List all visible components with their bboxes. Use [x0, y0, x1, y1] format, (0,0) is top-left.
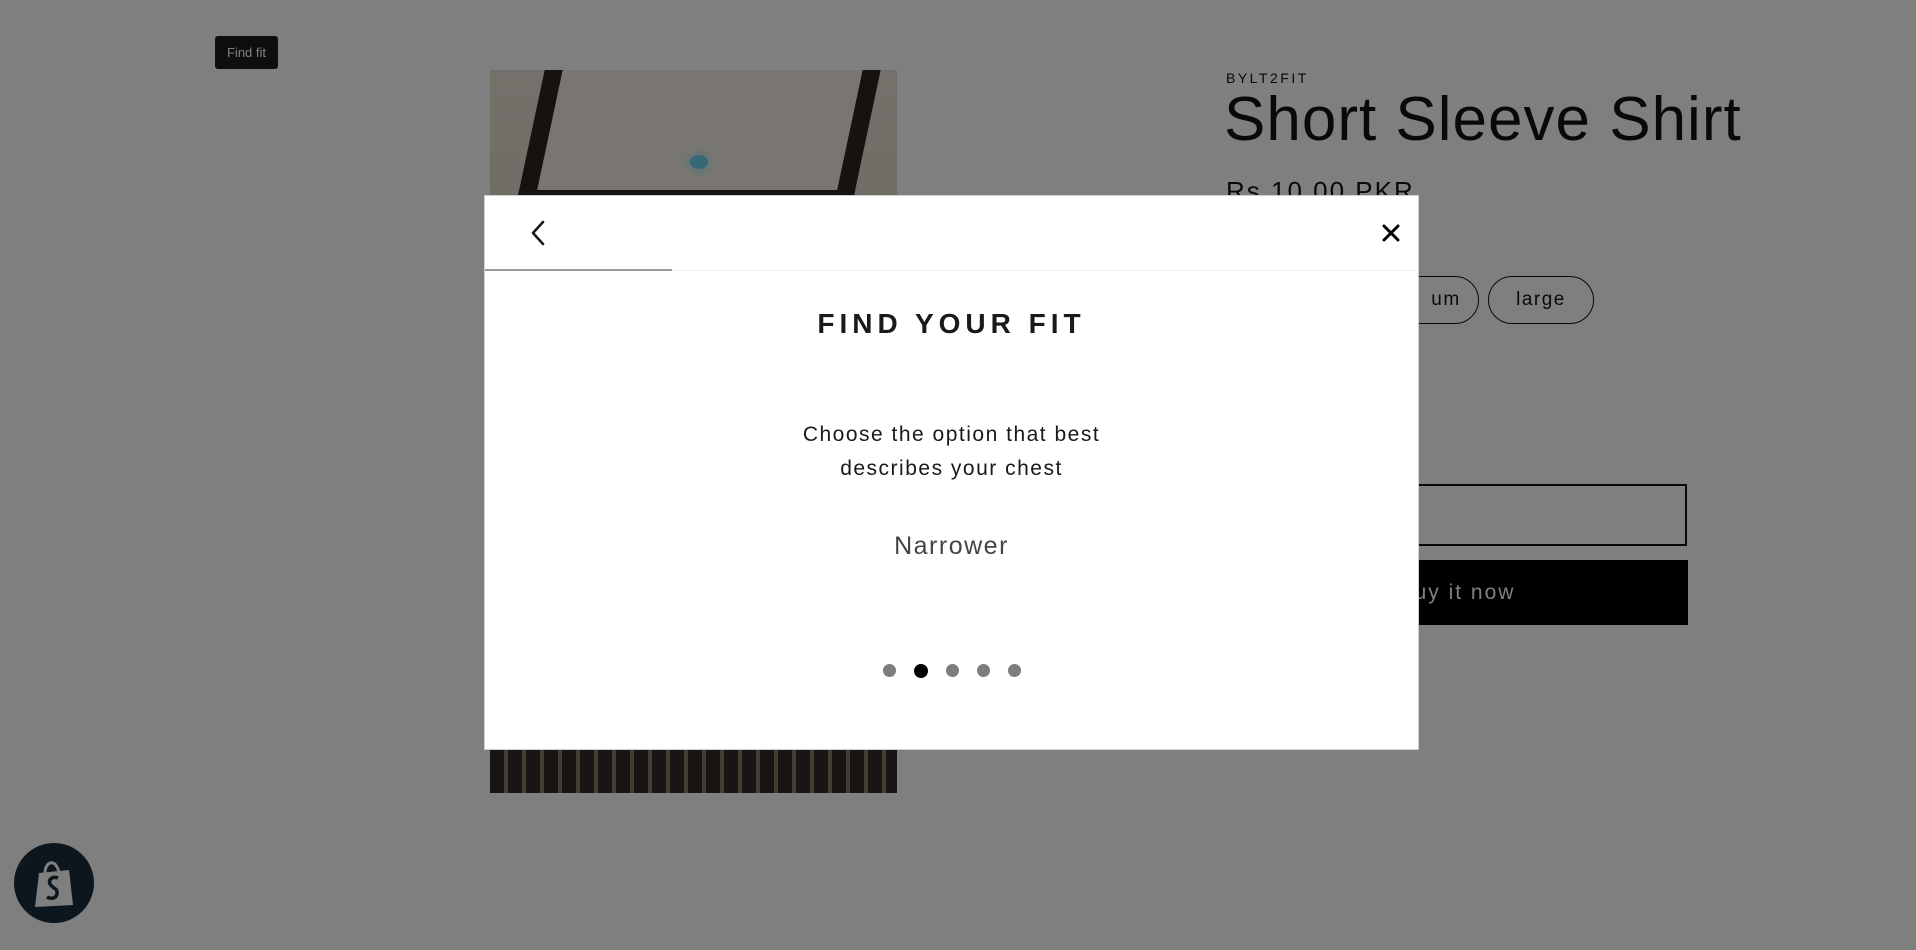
- find-fit-modal: FIND YOUR FIT Choose the option that bes…: [484, 195, 1419, 750]
- quiz-question-line-2: describes your chest: [840, 457, 1063, 480]
- step-indicator: [485, 664, 1418, 678]
- step-dot-4[interactable]: [976, 664, 990, 677]
- quiz-question: Choose the option that best describes yo…: [485, 418, 1418, 486]
- close-icon[interactable]: [1374, 216, 1408, 250]
- step-dot-5[interactable]: [1007, 664, 1021, 677]
- step-dot-3[interactable]: [945, 664, 959, 677]
- quiz-progress-bar: [485, 269, 672, 271]
- step-dot-2[interactable]: [913, 664, 928, 678]
- step-dot-1[interactable]: [882, 664, 896, 677]
- chevron-left-icon[interactable]: [521, 216, 555, 250]
- modal-heading: FIND YOUR FIT: [817, 308, 1086, 339]
- modal-header: [485, 196, 1418, 271]
- quiz-question-line-1: Choose the option that best: [802, 423, 1101, 446]
- option-narrower-button[interactable]: Narrower: [882, 528, 1021, 565]
